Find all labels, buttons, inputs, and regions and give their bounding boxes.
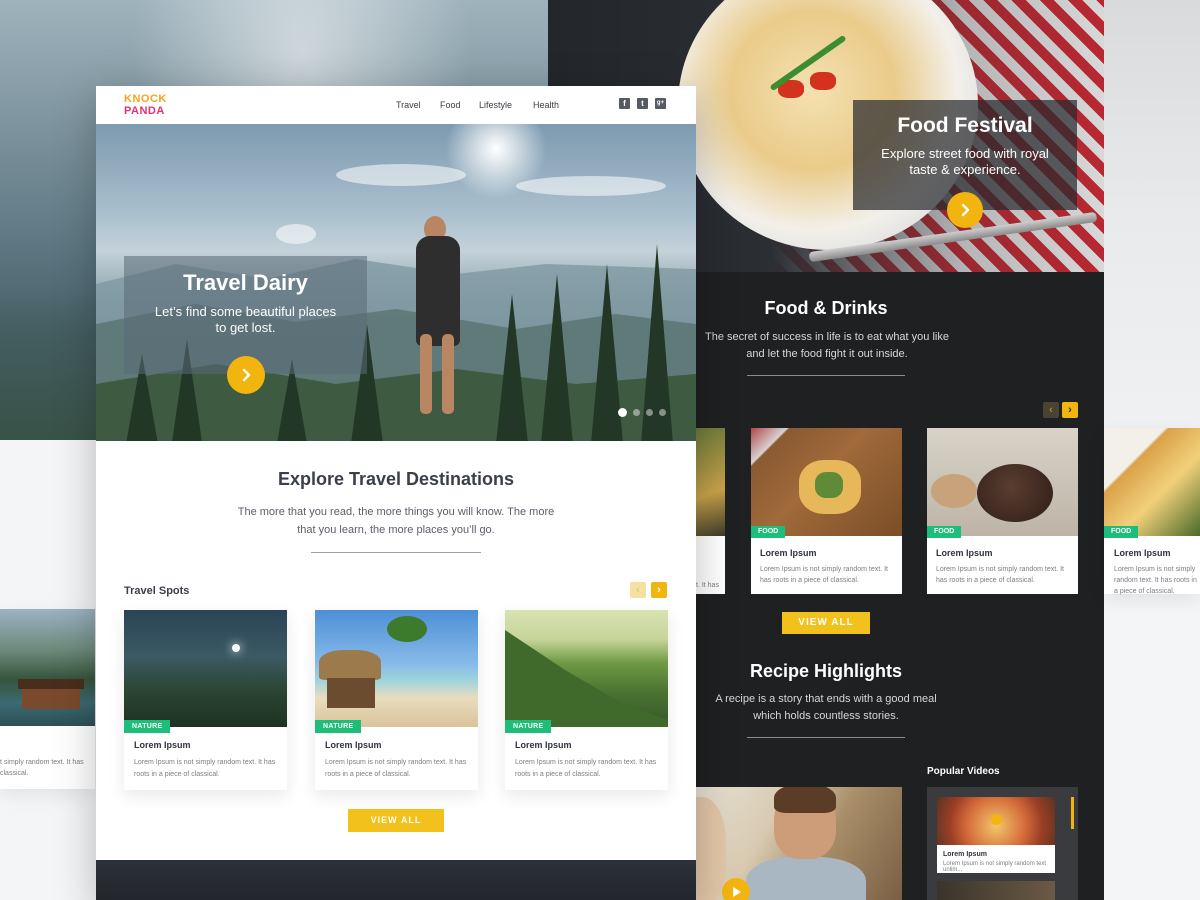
recipe-text: A recipe is a story that ends with a goo…: [715, 693, 937, 722]
slider-dot[interactable]: [618, 408, 627, 417]
popular-scrollbar[interactable]: [1071, 797, 1074, 829]
explore-divider: [311, 552, 481, 553]
night-forest-image: [124, 610, 287, 727]
nav-lifestyle[interactable]: Lifestyle: [479, 100, 512, 110]
top-navigation: KNOCK PANDA Travel Food Lifestyle Health…: [96, 86, 696, 124]
twitter-icon[interactable]: t: [637, 98, 648, 109]
food-tag: FOOD: [927, 526, 962, 538]
nav-health[interactable]: Health: [533, 100, 559, 110]
knock-panda-logo[interactable]: KNOCK PANDA: [124, 93, 176, 119]
food-hero-next-button[interactable]: [947, 192, 983, 228]
google-plus-icon[interactable]: g+: [655, 98, 666, 109]
food-tag: FOOD: [1104, 526, 1139, 538]
travel-hero-next-button[interactable]: [227, 356, 265, 394]
hut-roof: [319, 650, 381, 680]
background-right-blurred: [1104, 0, 1200, 430]
popular-video-text: Lorem Ipsum is not simply random text un…: [943, 861, 1047, 873]
food-prev-button[interactable]: ‹: [1043, 402, 1059, 418]
food-card-text: Lorem Ipsum is not simply random text. I…: [1114, 566, 1197, 595]
house-shape: [22, 687, 80, 709]
spot-card-title: Lorem Ipsum: [325, 740, 382, 750]
food-card-text: Lorem Ipsum is not simply random text. I…: [936, 566, 1064, 584]
food-drinks-title: Food & Drinks: [764, 298, 888, 318]
cookies-image: [927, 428, 1078, 536]
nature-tag: NATURE: [124, 720, 171, 733]
nature-tag: NATURE: [505, 720, 552, 733]
food-card-title: Lorem Ipsum: [760, 548, 817, 558]
travel-hero-image: Travel Dairy Let’s find some beautiful p…: [96, 124, 696, 441]
travel-view-all-button[interactable]: VIEW ALL: [348, 809, 444, 832]
left-partial-spot-card[interactable]: t simply random text. It has classical.: [0, 609, 95, 789]
slider-dot[interactable]: [659, 409, 666, 416]
logo-text-bottom: PANDA: [124, 105, 165, 117]
food-partial-left-text: t. It has: [696, 582, 719, 589]
spots-next-button[interactable]: ›: [651, 582, 667, 598]
popular-video-item[interactable]: Lorem Ipsum Lorem Ipsum is not simply ra…: [937, 797, 1055, 873]
spot-card[interactable]: NATURE Lorem Ipsum Lorem Ipsum is not si…: [124, 610, 287, 790]
green-hills-image: [505, 610, 668, 727]
popular-videos-title: Popular Videos: [927, 766, 1000, 777]
spot-card-text: Lorem Ipsum is not simply random text. I…: [134, 759, 276, 778]
travel-footer: [96, 860, 696, 900]
spots-prev-button[interactable]: ‹: [630, 582, 646, 598]
popular-video-title: Lorem Ipsum: [943, 851, 987, 858]
food-hero-subtitle: Explore street food with royal taste & e…: [881, 146, 1049, 177]
explore-text: The more that you read, the more things …: [237, 506, 555, 536]
travel-hero-subtitle: Let’s find some beautiful places to get …: [154, 304, 337, 335]
beach-hut-image: [315, 610, 478, 727]
food-drinks-text: The secret of success in life is to eat …: [705, 331, 949, 360]
food-next-button[interactable]: ›: [1062, 402, 1078, 418]
food-view-all-button[interactable]: VIEW ALL: [782, 612, 870, 634]
slider-dot[interactable]: [633, 409, 640, 416]
moon: [232, 644, 240, 652]
pizza-thumbnail: [937, 797, 1055, 845]
food-card-text: Lorem Ipsum is not simply random text. I…: [760, 566, 888, 584]
house-roof: [18, 679, 84, 689]
slider-dot[interactable]: [646, 409, 653, 416]
food-card-title: Lorem Ipsum: [936, 548, 993, 558]
spot-card-title: Lorem Ipsum: [515, 740, 572, 750]
food-hero-title: Food Festival: [897, 114, 1033, 137]
food-card-title: Lorem Ipsum: [1114, 548, 1171, 558]
play-icon: [733, 887, 741, 897]
travel-spots-title: Travel Spots: [124, 585, 190, 597]
popular-video-item[interactable]: [937, 881, 1055, 900]
food-card[interactable]: FOOD Lorem Ipsum Lorem Ipsum is not simp…: [751, 428, 902, 594]
nav-travel[interactable]: Travel: [396, 100, 421, 110]
lake-house-image: [0, 609, 95, 726]
spot-card[interactable]: NATURE Lorem Ipsum Lorem Ipsum is not si…: [315, 610, 478, 790]
slider-dots: [618, 408, 666, 417]
spot-card-title: Lorem Ipsum: [134, 740, 191, 750]
food-drinks-divider: [747, 375, 905, 376]
hiker-body: [416, 236, 460, 346]
chevron-right-icon: [242, 368, 251, 382]
nav-food[interactable]: Food: [440, 100, 461, 110]
left-partial-card-text: t simply random text. It has classical.: [0, 759, 84, 777]
explore-title: Explore Travel Destinations: [277, 469, 515, 489]
palm-tree: [387, 616, 427, 642]
travel-page: KNOCK PANDA Travel Food Lifestyle Health…: [96, 86, 696, 900]
spot-card-text: Lorem Ipsum is not simply random text. I…: [515, 759, 657, 778]
food-card-partial-left[interactable]: t. It has: [696, 428, 725, 594]
toast-image: [1104, 428, 1200, 536]
logo-text-top: KNOCK: [124, 93, 167, 105]
food-card[interactable]: FOOD Lorem Ipsum Lorem Ipsum is not simp…: [927, 428, 1078, 594]
food-tag: FOOD: [751, 526, 786, 538]
recipe-divider: [747, 737, 905, 738]
chevron-right-icon: [961, 203, 970, 217]
recipe-title: Recipe Highlights: [749, 661, 902, 681]
video-play-button[interactable]: [722, 878, 750, 900]
popular-videos-panel: Lorem Ipsum Lorem Ipsum is not simply ra…: [927, 787, 1078, 900]
travel-hero-title: Travel Dairy: [183, 270, 308, 295]
play-icon: [991, 814, 1002, 825]
spot-card-text: Lorem Ipsum is not simply random text. I…: [325, 759, 467, 778]
hut-wall: [327, 678, 375, 708]
nature-tag: NATURE: [315, 720, 362, 733]
right-partial-food-card[interactable]: FOOD Lorem Ipsum Lorem Ipsum is not simp…: [1104, 428, 1200, 595]
spot-card[interactable]: NATURE Lorem Ipsum Lorem Ipsum is not si…: [505, 610, 668, 790]
recipe-video[interactable]: [696, 787, 902, 900]
facebook-icon[interactable]: f: [619, 98, 630, 109]
pizza-board-image: [751, 428, 902, 536]
